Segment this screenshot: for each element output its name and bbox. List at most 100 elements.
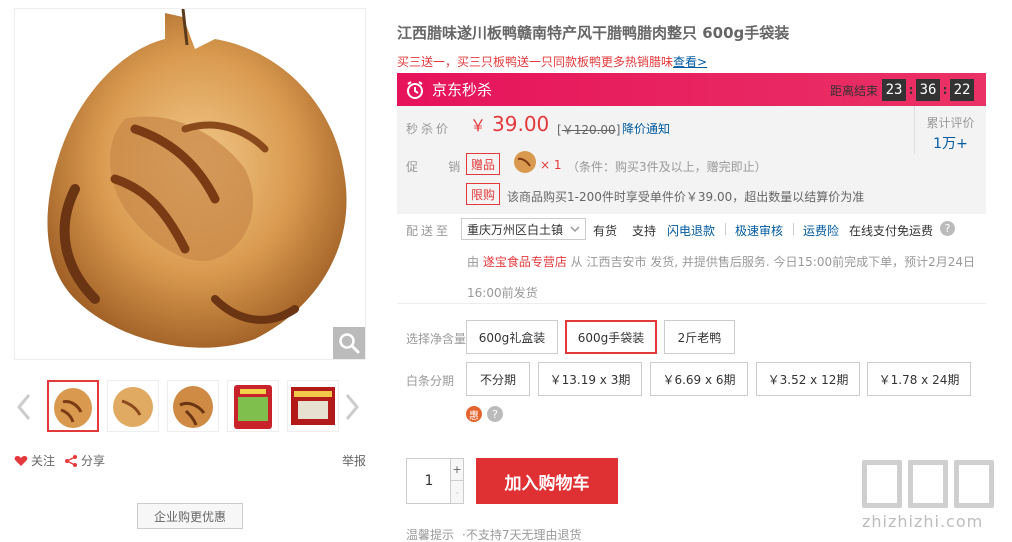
countdown: 距离结束 23 : 36 : 22 — [830, 79, 974, 101]
price-label: 秒杀价 — [406, 122, 452, 136]
thumbnail-strip — [14, 378, 366, 436]
share-label: 分享 — [81, 454, 106, 468]
share-button[interactable]: 分享 — [64, 452, 105, 469]
service-freight-insurance[interactable]: 运费险 — [803, 222, 839, 239]
price-notify-link[interactable]: 降价通知 — [622, 120, 670, 137]
promo-text: 买三送一，买三只板鸭送一只同款板鸭更多热销腊味 — [397, 55, 674, 69]
corporate-purchase-button[interactable]: 企业购更优惠 — [137, 503, 243, 529]
product-title: 江西腊味遂川板鸭赣南特产风干腊鸭腊肉整只 600g手袋装 — [397, 24, 790, 42]
thumbnail-duck-image — [113, 387, 153, 427]
gift-tag: 赠品 — [466, 153, 501, 175]
ship-prefix: 由 — [467, 255, 483, 269]
tips: 温馨提示 ·不支持7天无理由退货 — [406, 526, 581, 542]
social-actions: 关注 分享 举报 — [14, 452, 366, 472]
gift-condition: （条件：购买3件及以上，赠完即止） — [567, 160, 767, 174]
heart-icon — [14, 455, 28, 466]
quantity-plus-button[interactable]: + — [450, 459, 463, 481]
watermark: zhizhizhi.com — [862, 460, 1007, 542]
promotion-label: 促 销 — [406, 160, 464, 174]
divider — [725, 223, 726, 235]
review-count[interactable]: 1万+ — [915, 133, 986, 153]
chevron-right-icon — [345, 394, 359, 420]
quantity-minus-button[interactable]: - — [450, 481, 463, 503]
service-flash-refund[interactable]: 闪电退款 — [667, 222, 715, 239]
bracket-close: ] — [615, 123, 621, 137]
countdown-label: 距离结束 — [829, 83, 878, 98]
help-icon[interactable]: ? — [940, 221, 955, 236]
thumbnail-2[interactable] — [107, 380, 159, 432]
alarm-clock-icon — [407, 80, 423, 99]
prev-thumbnail-button[interactable] — [14, 390, 34, 424]
service-fast-review[interactable]: 极速审核 — [735, 222, 783, 239]
thumbnail-duck-image — [173, 386, 213, 428]
gift-count: × 1 — [540, 158, 562, 172]
support-label: 支持 — [632, 224, 657, 238]
report-label: 举报 — [341, 454, 366, 468]
option-weight-old-duck[interactable]: 2斤老鸭 — [664, 320, 735, 354]
zoom-button[interactable] — [333, 327, 365, 359]
installment-label: 白条分期 — [406, 374, 455, 388]
thumbnail-package-image — [234, 385, 272, 429]
option-no-installment[interactable]: 不分期 — [466, 362, 530, 396]
countdown-minutes: 36 — [916, 79, 940, 101]
stock-status: 有货 — [593, 224, 618, 238]
watermark-text: zhizhizhi.com — [862, 512, 984, 531]
thumbnail-giftbox-image — [291, 387, 335, 425]
seckill-brand: 京东秒杀 — [405, 79, 492, 100]
thumbnail-1[interactable] — [47, 380, 99, 432]
gift-duck-image[interactable] — [511, 148, 539, 174]
follow-label: 关注 — [31, 454, 56, 468]
tips-text: ·不支持7天无理由退货 — [462, 528, 582, 542]
delivery-label: 配送至 — [406, 224, 452, 238]
address-selector[interactable]: 重庆万州区白土镇 — [461, 218, 586, 240]
seckill-price: ￥ 39.00 — [470, 112, 549, 136]
promo-view-link[interactable]: 查看> — [673, 55, 707, 69]
countdown-seconds: 22 — [950, 79, 974, 101]
original-price: [￥120.00] — [557, 121, 620, 138]
thumbnail-4[interactable] — [227, 380, 279, 432]
review-label: 累计评价 — [926, 116, 975, 130]
follow-button[interactable]: 关注 — [14, 452, 55, 469]
discount-badge: 惠 — [466, 406, 482, 422]
address-text: 重庆万州区白土镇 — [467, 222, 564, 237]
thumbnail-5[interactable] — [287, 380, 339, 432]
thumbnail-3[interactable] — [167, 380, 219, 432]
share-icon — [65, 454, 77, 467]
currency-symbol: ￥ — [470, 116, 487, 135]
shop-link[interactable]: 遂宝食品专营店 — [483, 255, 567, 269]
option-installment-6[interactable]: ￥6.69 x 6期 — [650, 362, 748, 396]
review-summary[interactable]: 累计评价 1万+ — [914, 106, 986, 154]
add-to-cart-button[interactable]: 加入购物车 — [476, 458, 618, 504]
thumbnail-duck-image — [54, 388, 92, 428]
price-panel: 秒杀价 ￥ 39.00 [￥120.00] 降价通知 累计评价 1万+ 促 销 … — [397, 106, 986, 214]
main-product-image[interactable] — [14, 8, 366, 360]
shipping-info: 由 遂宝食品专营店 从 江西吉安市 发货, 并提供售后服务. 今日15:00前完… — [467, 247, 977, 309]
countdown-hours: 23 — [882, 79, 906, 101]
quantity-stepper: + - — [406, 458, 464, 504]
option-weight-hand-bag[interactable]: 600g手袋装 — [565, 320, 657, 354]
price-value: 39.00 — [492, 112, 550, 136]
divider — [397, 303, 986, 304]
help-icon[interactable]: ? — [487, 406, 503, 422]
option-installment-3[interactable]: ￥13.19 x 3期 — [538, 362, 642, 396]
chevron-left-icon — [17, 394, 31, 420]
original-price-value: ￥120.00 — [561, 123, 616, 137]
option-weight-gift-box[interactable]: 600g礼盒装 — [466, 320, 558, 354]
report-link[interactable]: 举报 — [342, 452, 366, 469]
duck-image — [47, 9, 347, 348]
limit-tag: 限购 — [466, 183, 501, 205]
chevron-down-icon — [570, 226, 580, 233]
countdown-colon: : — [908, 83, 914, 97]
limit-text: 该商品购买1-200件时享受单件价￥39.00，超出数量以结算价为准 — [507, 190, 865, 204]
magnifier-icon — [339, 333, 360, 354]
seckill-bar: 京东秒杀 距离结束 23 : 36 : 22 — [397, 73, 986, 106]
promo-line: 买三送一，买三只板鸭送一只同款板鸭更多热销腊味查看> — [397, 53, 707, 70]
weight-label: 选择净含量 — [406, 332, 467, 346]
option-installment-24[interactable]: ￥1.78 x 24期 — [867, 362, 971, 396]
quantity-input[interactable] — [407, 459, 451, 503]
next-thumbnail-button[interactable] — [342, 390, 362, 424]
option-installment-12[interactable]: ￥3.52 x 12期 — [756, 362, 860, 396]
watermark-logo — [862, 460, 1007, 508]
tips-label: 温馨提示 — [406, 528, 455, 542]
pay-on-delivery-note: 在线支付免运费 — [849, 224, 934, 238]
